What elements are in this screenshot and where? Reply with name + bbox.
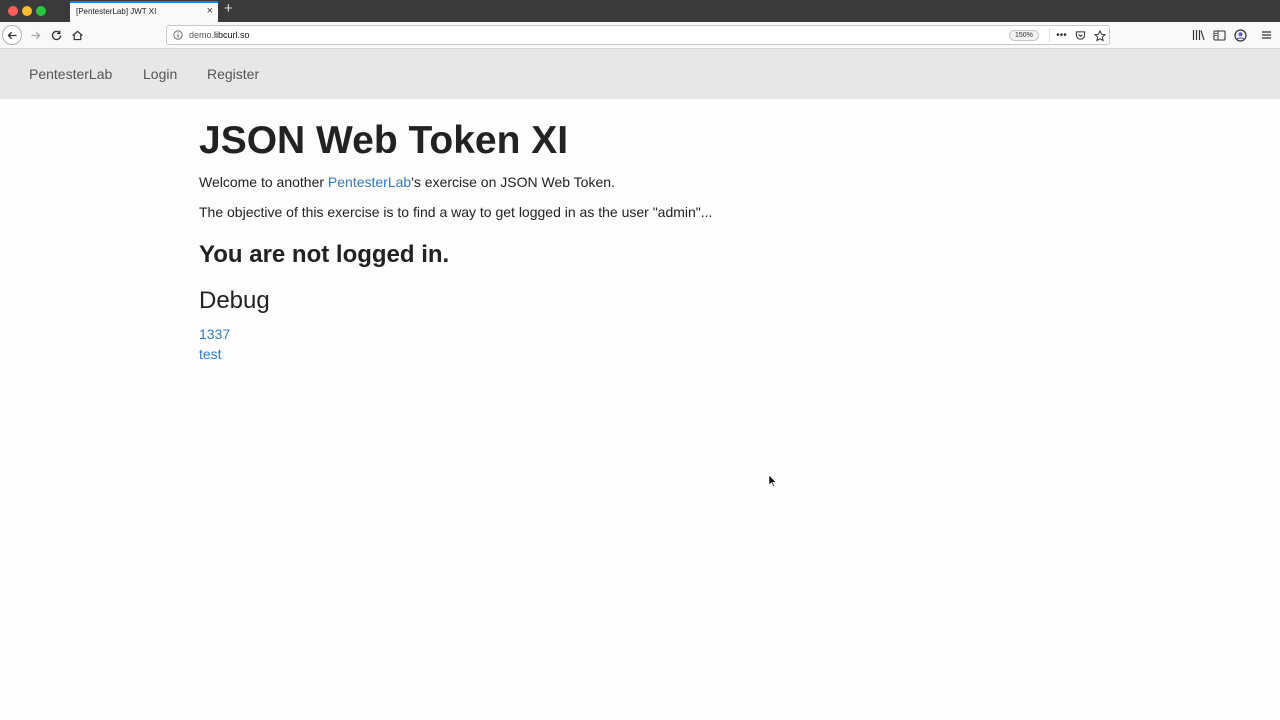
debug-link[interactable]: test — [199, 346, 222, 362]
browser-toolbar: demo.libcurl.so 150% ••• — [0, 22, 1280, 49]
pocket-icon[interactable] — [1074, 29, 1087, 42]
library-icon[interactable] — [1191, 28, 1205, 42]
address-bar[interactable]: demo.libcurl.so 150% ••• — [166, 25, 1110, 45]
pentesterlab-link[interactable]: PentesterLab — [328, 174, 411, 190]
welcome-prefix: Welcome to another — [199, 174, 328, 190]
browser-tab-strip: [PentesterLab] JWT XI × + — [0, 0, 1280, 22]
nav-register-link[interactable]: Register — [207, 66, 259, 82]
home-button[interactable] — [67, 25, 87, 45]
close-window-button[interactable] — [8, 6, 18, 16]
site-navbar: PentesterLab Login Register — [0, 49, 1280, 99]
debug-link[interactable]: 1337 — [199, 326, 230, 342]
login-status-heading: You are not logged in. — [199, 241, 450, 268]
tab-close-icon[interactable]: × — [207, 5, 213, 17]
home-icon — [71, 30, 83, 40]
account-icon[interactable] — [1233, 28, 1247, 42]
arrow-left-icon — [7, 31, 17, 39]
page-actions-icon[interactable]: ••• — [1055, 29, 1068, 42]
url-text[interactable]: demo.libcurl.so — [189, 30, 250, 40]
new-tab-button[interactable]: + — [224, 0, 233, 17]
debug-heading: Debug — [199, 287, 270, 314]
divider — [1049, 28, 1050, 42]
tab-title: [PentesterLab] JWT XI — [76, 7, 157, 16]
reload-button[interactable] — [46, 25, 66, 45]
info-icon[interactable] — [173, 30, 183, 40]
nav-login-link[interactable]: Login — [143, 66, 177, 82]
sidebar-icon[interactable] — [1212, 28, 1226, 42]
reload-icon — [51, 30, 61, 40]
minimize-window-button[interactable] — [22, 6, 32, 16]
bookmark-star-icon[interactable] — [1093, 29, 1106, 42]
page-title: JSON Web Token XI — [199, 119, 569, 162]
welcome-suffix: 's exercise on JSON Web Token. — [411, 174, 615, 190]
back-button[interactable] — [2, 25, 22, 45]
url-host-domain: libcurl.so — [214, 30, 250, 40]
zoom-window-button[interactable] — [36, 6, 46, 16]
objective-paragraph: The objective of this exercise is to fin… — [199, 204, 713, 220]
url-host-prefix: demo. — [189, 30, 215, 40]
zoom-level-button[interactable]: 150% — [1009, 30, 1039, 41]
welcome-paragraph: Welcome to another PentesterLab's exerci… — [199, 174, 615, 190]
brand-link[interactable]: PentesterLab — [29, 66, 112, 82]
arrow-right-icon — [30, 31, 40, 39]
browser-tab[interactable]: [PentesterLab] JWT XI × — [70, 1, 218, 22]
mouse-cursor-icon — [769, 475, 777, 487]
hamburger-menu-icon[interactable] — [1259, 28, 1273, 42]
forward-button[interactable] — [25, 25, 45, 45]
